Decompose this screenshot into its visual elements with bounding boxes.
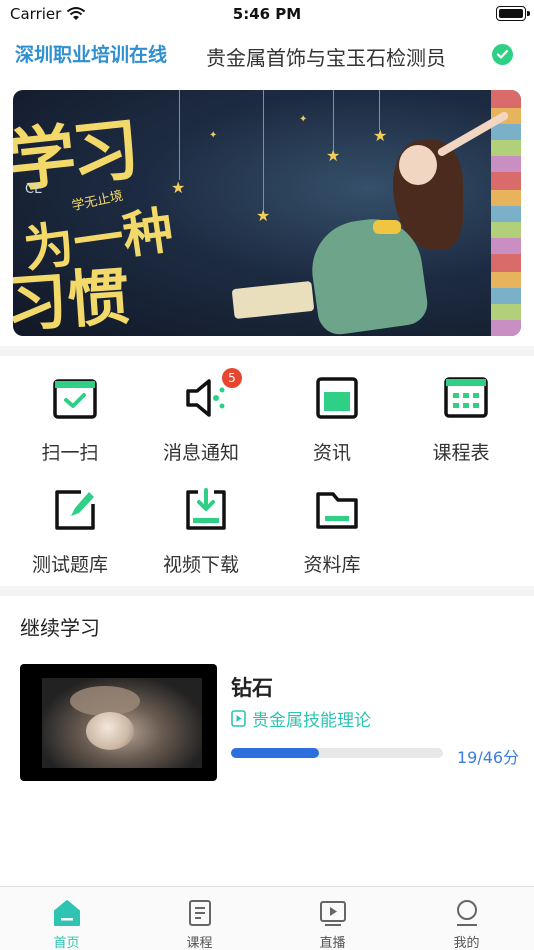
lesson-progress-fill [231, 748, 319, 758]
news-label: 资讯 [312, 442, 351, 464]
lesson-thumbnail[interactable] [20, 664, 217, 781]
tab-home-label: 首页 [53, 936, 80, 950]
lesson-course-name: 贵金属技能理论 [252, 711, 371, 731]
battery-icon [496, 6, 530, 21]
library-button[interactable]: 资料库 [267, 486, 397, 586]
schedule-button[interactable]: 课程表 [396, 374, 526, 474]
lesson-progress-text: 19/46分 [457, 748, 520, 767]
video-file-icon [231, 710, 246, 727]
book-icon [189, 900, 211, 926]
notifications-button[interactable]: 5 消息通知 [136, 368, 266, 474]
calendar-check-icon [53, 379, 97, 419]
profile-icon [457, 900, 477, 926]
promo-banner[interactable]: ★ ★ ★ ★ ✦ ✦ 学习 CE 学无止境 为一种 习惯 [13, 90, 521, 336]
tab-home[interactable]: 首页 [0, 887, 133, 950]
tab-courses-label: 课程 [186, 936, 213, 950]
tab-live-label: 直播 [319, 936, 346, 950]
section-divider [0, 346, 534, 356]
home-icon [54, 900, 80, 926]
edit-icon [55, 490, 95, 530]
scan-button[interactable]: 扫一扫 [5, 374, 135, 474]
continue-learning-card[interactable]: 钻石 贵金属技能理论 19/46分 [20, 664, 520, 784]
books-illustration [491, 90, 521, 336]
tab-courses[interactable]: 课程 [133, 887, 266, 950]
lesson-title: 钻石 [231, 676, 273, 700]
tab-profile[interactable]: 我的 [400, 887, 533, 950]
video-download-label: 视频下载 [162, 554, 239, 576]
news-icon [316, 377, 358, 419]
lesson-course: 贵金属技能理论 [231, 706, 371, 731]
banner-ce-text: CE [25, 182, 43, 197]
schedule-icon [444, 377, 488, 418]
verified-check-icon[interactable] [492, 44, 513, 65]
current-course-title[interactable]: 贵金属首饰与宝玉石检测员 [206, 42, 446, 71]
folder-icon [316, 492, 358, 529]
section-divider [0, 586, 534, 596]
tab-profile-label: 我的 [453, 936, 480, 950]
status-bar: Carrier 5:46 PM [0, 0, 534, 30]
question-bank-button[interactable]: 测试题库 [5, 486, 135, 586]
library-label: 资料库 [303, 554, 361, 576]
open-book-illustration [231, 280, 315, 320]
notification-badge: 5 [222, 368, 242, 388]
download-icon [186, 488, 226, 530]
question-bank-label: 测试题库 [31, 554, 108, 576]
video-download-button[interactable]: 视频下载 [136, 486, 266, 586]
lesson-progress-bar [231, 748, 443, 758]
notifications-label: 消息通知 [162, 442, 239, 464]
schedule-label: 课程表 [432, 442, 490, 464]
continue-learning-title: 继续学习 [20, 616, 100, 640]
live-play-icon [320, 901, 346, 926]
scan-label: 扫一扫 [41, 442, 99, 464]
app-header: 深圳职业培训在线 贵金属首饰与宝玉石检测员 [0, 34, 534, 74]
status-time: 5:46 PM [232, 5, 302, 23]
brand-logo-text: 深圳职业培训在线 [15, 44, 168, 66]
banner-headline-3: 习惯 [13, 259, 132, 336]
bottom-tab-bar: 首页 课程 直播 我的 [0, 886, 534, 950]
news-button[interactable]: 资讯 [267, 374, 397, 474]
tab-live[interactable]: 直播 [266, 887, 399, 950]
